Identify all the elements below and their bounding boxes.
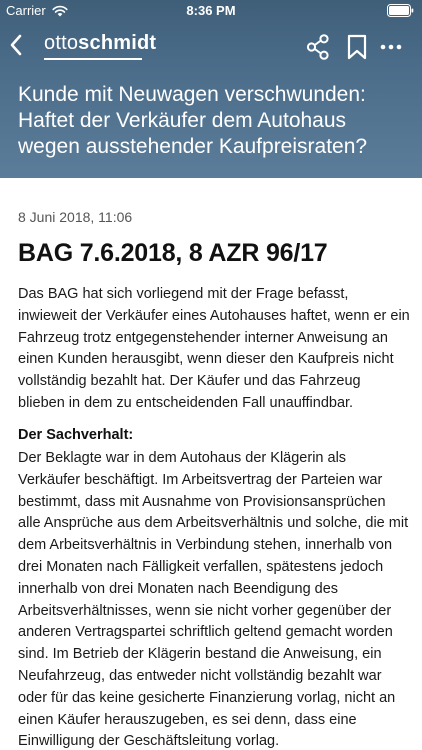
- back-chevron-icon: [10, 34, 22, 56]
- back-button[interactable]: [2, 30, 30, 60]
- article-headline: Kunde mit Neuwagen verschwunden: Haftet …: [18, 83, 368, 158]
- otto-schmidt-logo: ottoschmidt: [44, 32, 156, 55]
- navigation-bar: ottoschmidt: [0, 22, 422, 72]
- share-icon: [306, 34, 329, 60]
- intro-paragraph: Das BAG hat sich vorliegend mit der Frag…: [18, 286, 410, 411]
- section-heading-sachverhalt: Der Sachverhalt:: [18, 427, 134, 443]
- bookmark-icon: [347, 34, 367, 60]
- article-date: 8 Juni 2018, 11:06: [18, 209, 133, 225]
- battery-icon: [387, 4, 414, 17]
- logo-bold-text: schmidt: [78, 32, 157, 54]
- status-bar: Carrier 8:36 PM: [0, 0, 422, 22]
- status-time: 8:36 PM: [186, 3, 236, 18]
- facts-paragraph: Der Beklagte war in dem Autohaus der Klä…: [18, 450, 409, 750]
- more-icon: [380, 44, 402, 50]
- bookmark-button[interactable]: [346, 34, 368, 60]
- article-header: Carrier 8:36 PM ottoschmidt Kunde mit Ne…: [0, 0, 422, 178]
- share-button[interactable]: [306, 34, 330, 60]
- logo-underline: [44, 58, 142, 60]
- logo-light-text: otto: [44, 32, 79, 54]
- more-button[interactable]: [378, 34, 404, 60]
- case-title: BAG 7.6.2018, 8 AZR 96/17: [18, 239, 328, 267]
